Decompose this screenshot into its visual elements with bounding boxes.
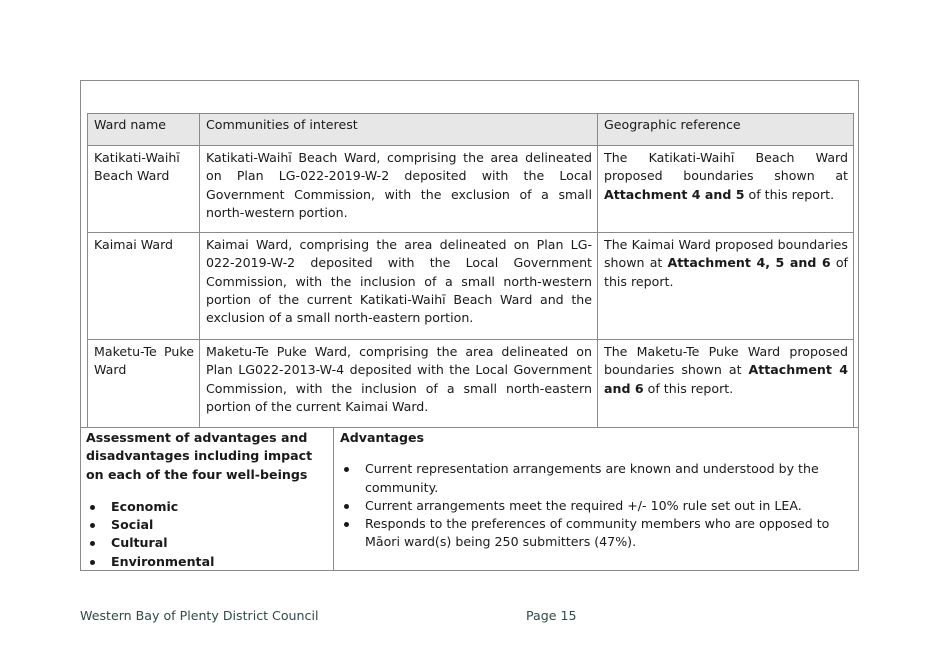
table-header-row: Ward name Communities of interest Geogra… [87,113,854,146]
table-row: Kaimai Ward Kaimai Ward, comprising the … [87,232,854,340]
table-row: Maketu-Te Puke Ward Maketu-Te Puke Ward,… [87,339,854,428]
assessment-label-cell: Assessment of advantages and disadvantag… [80,428,334,571]
ward-name-cell: Kaimai Ward [87,232,200,340]
bullet-icon [90,504,95,510]
header-communities: Communities of interest [199,113,598,146]
ward-name-cell: Katikati-Waihī Beach Ward [87,145,200,233]
list-item: Economic [86,498,327,516]
assessment-section: Assessment of advantages and disadvantag… [80,427,859,571]
geo-reference-cell: The Kaimai Ward proposed boundaries show… [597,232,854,340]
bullet-icon [90,523,95,529]
bullet-icon [344,467,349,473]
list-item: Social [86,516,327,534]
list-item: Environmental [86,553,327,571]
bullet-icon [90,541,95,547]
advantages-title: Advantages [340,430,425,445]
advantages-list: Current representation arrangements are … [340,460,852,551]
footer-organisation: Western Bay of Plenty District Council [80,608,319,623]
geo-reference-cell: The Maketu-Te Puke Ward proposed boundar… [597,339,854,428]
table-row: Katikati-Waihī Beach Ward Katikati-Waihī… [87,145,854,233]
footer-page-number: Page 15 [526,608,577,623]
geo-reference-cell: The Katikati-Waihī Beach Ward proposed b… [597,145,854,233]
list-item: Current arrangements meet the required +… [340,497,852,515]
communities-cell: Kaimai Ward, comprising the area delinea… [199,232,598,340]
list-item: Cultural [86,534,327,552]
bullet-icon [90,559,95,565]
communities-cell: Katikati-Waihī Beach Ward, comprising th… [199,145,598,233]
advantages-cell: Advantages Current representation arrang… [334,428,858,571]
header-ward-name: Ward name [87,113,200,146]
bullet-icon [344,503,349,509]
list-item: Current representation arrangements are … [340,460,852,497]
wards-table: Ward name Communities of interest Geogra… [87,113,854,428]
list-item: Responds to the preferences of community… [340,515,852,552]
header-geographic-reference: Geographic reference [597,113,854,146]
bullet-icon [344,522,349,528]
wellbeings-list: Economic Social Cultural Environmental [86,498,327,571]
assessment-title: Assessment of advantages and disadvantag… [86,430,313,482]
communities-cell: Maketu-Te Puke Ward, comprising the area… [199,339,598,428]
ward-name-cell: Maketu-Te Puke Ward [87,339,200,428]
